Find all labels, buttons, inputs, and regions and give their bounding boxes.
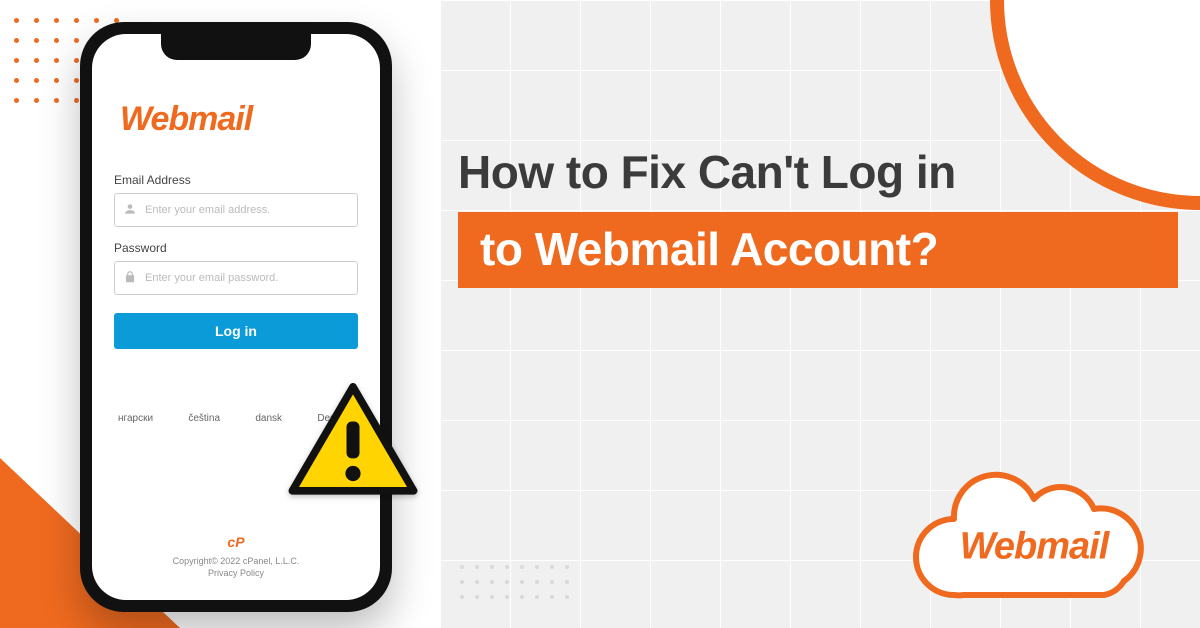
phone-screen: Webmail Email Address Enter your email a… — [92, 34, 380, 600]
email-field[interactable]: Enter your email address. — [114, 193, 358, 227]
password-label: Password — [114, 241, 358, 255]
headline-line-1: How to Fix Can't Log in — [458, 148, 1160, 196]
cloud-webmail-logo: Webmail — [960, 525, 1109, 568]
user-icon — [123, 202, 137, 219]
password-field[interactable]: Enter your email password. — [114, 261, 358, 295]
language-option[interactable]: čeština — [188, 413, 220, 424]
privacy-link[interactable]: Privacy Policy — [208, 568, 264, 578]
login-button-label: Log in — [215, 323, 257, 339]
login-button[interactable]: Log in — [114, 313, 358, 349]
email-placeholder: Enter your email address. — [145, 204, 349, 216]
headline: How to Fix Can't Log in to Webmail Accou… — [458, 148, 1160, 288]
lock-icon — [123, 270, 137, 287]
decoration-dots-bottom — [460, 565, 570, 600]
password-placeholder: Enter your email password. — [145, 272, 349, 284]
headline-line-2: to Webmail Account? — [480, 223, 938, 275]
phone-notch — [161, 34, 311, 60]
login-footer: cP Copyright© 2022 cPanel, L.L.C. Privac… — [173, 533, 300, 584]
cloud-badge: Webmail — [884, 445, 1184, 620]
cpanel-logo: cP — [173, 533, 300, 553]
phone-frame: Webmail Email Address Enter your email a… — [80, 22, 392, 612]
copyright-text: Copyright© 2022 cPanel, L.L.C. — [173, 556, 300, 566]
webmail-logo: Webmail — [120, 100, 252, 139]
email-label: Email Address — [114, 173, 358, 187]
login-form: Email Address Enter your email address. … — [114, 167, 358, 349]
headline-highlight-bar: to Webmail Account? — [458, 212, 1178, 288]
language-option[interactable]: нгарски — [118, 413, 153, 424]
warning-icon — [288, 382, 418, 500]
language-option[interactable]: dansk — [255, 413, 282, 424]
